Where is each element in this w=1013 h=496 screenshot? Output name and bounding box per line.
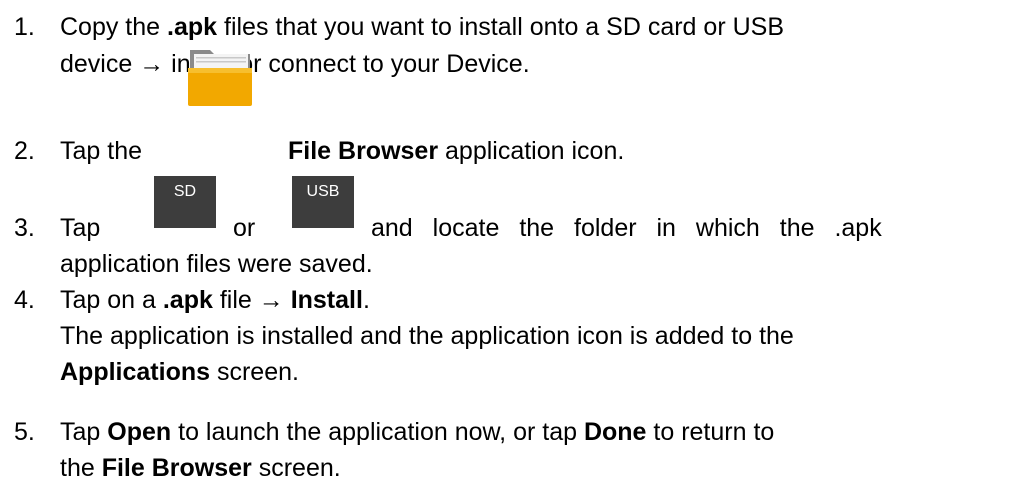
usb-button: USB — [292, 176, 354, 228]
folder-icon — [188, 50, 252, 106]
step-text-tail: File Browser application icon. — [288, 137, 625, 165]
step-number: 4. — [14, 286, 35, 314]
step-number: 3. — [14, 214, 35, 242]
step-number: 2. — [14, 137, 35, 165]
step-number: 1. — [14, 13, 35, 41]
sd-button: SD — [154, 176, 216, 228]
step-text: Tap Open to launch the application now, … — [60, 418, 775, 482]
step-number: 5. — [14, 418, 35, 446]
step-text: Tap on a .apk file → Install. The applic… — [60, 286, 794, 386]
